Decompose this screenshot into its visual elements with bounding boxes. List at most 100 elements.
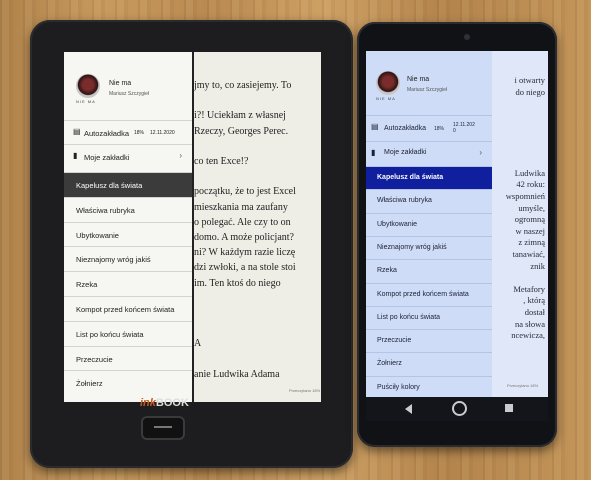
page-line: dzi zwłoki, a na stole stoi bbox=[194, 262, 296, 274]
page-line: co ten Exce!? bbox=[194, 156, 249, 167]
phone-chapter-item[interactable]: Puściły kolory bbox=[366, 375, 492, 397]
chapter-label: Nieznajomy wróg jakiś bbox=[76, 255, 151, 265]
brand-prefix: ink bbox=[140, 397, 156, 409]
page-line: i otwarty bbox=[514, 75, 545, 85]
phone-autobookmark-label: Autozakładka bbox=[384, 125, 427, 132]
page-line: Rzeczy, Georges Perec. bbox=[194, 125, 289, 137]
phone-cover-caption: NIE MA bbox=[376, 96, 396, 101]
phone-chapter-item[interactable]: Właściwa rubryka bbox=[366, 189, 492, 213]
autobookmark-date: 12.11.2020 bbox=[150, 130, 175, 136]
chapter-label: Żołnierz bbox=[76, 379, 103, 389]
phone-chapter-item[interactable]: Ubytkowanie bbox=[366, 212, 492, 237]
ereader-chapter-item[interactable]: Ubytkowanie bbox=[64, 221, 192, 248]
page-line: ni? W każdym razie liczę bbox=[194, 247, 296, 259]
page-line: anie Ludwika Adama bbox=[194, 368, 280, 380]
ereader-chapter-item[interactable]: List po końcu świata bbox=[64, 320, 192, 347]
ereader-chapter-item[interactable]: Właściwa rubryka bbox=[64, 196, 192, 223]
chapter-label: List po końcu świata bbox=[76, 329, 144, 339]
chapter-label: Kapelusz dla świata bbox=[377, 174, 444, 181]
page-line: tanawiać, bbox=[512, 249, 545, 259]
page-line: dostał bbox=[524, 307, 545, 317]
page-line: w naszej bbox=[515, 225, 545, 236]
phone-book-title: Nie ma bbox=[407, 76, 430, 83]
autobookmark-label: Autozakładka bbox=[84, 129, 130, 138]
chapter-label: Kompot przed końcem świata bbox=[377, 290, 469, 298]
page-line: , którą bbox=[523, 295, 545, 306]
page-line: i?! Uciekłam z własnej bbox=[194, 110, 286, 122]
phone-my-bookmarks-row[interactable]: ▮ Moje zakładki › bbox=[366, 141, 492, 165]
chapter-label: Ubytkowanie bbox=[76, 230, 119, 240]
ereader-chapter-item[interactable]: Przeczucie bbox=[64, 345, 192, 372]
android-nav-bar bbox=[366, 397, 548, 421]
chapter-label: List po końcu świata bbox=[377, 313, 441, 321]
book-title: Nie ma bbox=[109, 80, 132, 87]
page-line: z zimną bbox=[518, 237, 545, 248]
chapter-label: Właściwa rubryka bbox=[76, 205, 135, 215]
phone-toc-drawer: NIE MA Nie ma Mariusz Szczygieł ▤ Autoza… bbox=[366, 51, 492, 397]
chapter-label: Puściły kolory bbox=[377, 383, 420, 391]
phone-chapter-item[interactable]: List po końcu świata bbox=[366, 305, 492, 330]
page-line: na słowa bbox=[515, 318, 545, 329]
phone-book-author: Mariusz Szczygieł bbox=[407, 87, 448, 93]
my-bookmarks-row[interactable]: ▮ Moje zakładki › bbox=[64, 144, 192, 169]
ereader-chapter-item[interactable]: Rzeka bbox=[64, 271, 192, 297]
home-icon[interactable] bbox=[452, 401, 467, 416]
phone-bookmark-icon: ▤ bbox=[371, 122, 379, 131]
page-line: ncewicza, bbox=[511, 330, 545, 341]
chapter-label: Kompot przed końcem świata bbox=[76, 305, 175, 314]
ereader-screen: jmy to, co zasiejemy. To i?! Uciekłam z w… bbox=[64, 52, 321, 402]
phone-page-text: i otwarty do niego Ludwika 42 roku: wspomnie… bbox=[494, 51, 548, 397]
page-line: do niego bbox=[515, 86, 545, 97]
recents-icon[interactable] bbox=[505, 404, 513, 412]
ereader-chapter-item[interactable]: Żołnierz bbox=[64, 370, 192, 396]
page-line: jmy to, co zasiejemy. To bbox=[194, 80, 292, 91]
phone-chapter-item[interactable]: Kompot przed końcem świata bbox=[366, 282, 492, 307]
page-line: Metafory bbox=[513, 283, 545, 294]
ereader-progress: Przeczytano 18% bbox=[289, 388, 321, 393]
chevron-right-icon: › bbox=[179, 151, 182, 160]
phone-autobookmark-row[interactable]: ▤ Autozakładka 18% 12.11.202 0 bbox=[366, 115, 492, 142]
phone-progress: Przeczytano 18% bbox=[507, 383, 539, 388]
flag-icon: ▮ bbox=[73, 151, 78, 160]
bookmark-icon: ▤ bbox=[73, 127, 81, 136]
chapter-label: Rzeka bbox=[76, 280, 98, 290]
phone-autobookmark-percent: 18% bbox=[434, 126, 445, 132]
page-line: mieszkania ma zaufany bbox=[194, 201, 288, 213]
phone-my-bookmarks-label: Moje zakładki bbox=[384, 149, 427, 156]
page-line: domo. A może policjant? bbox=[194, 232, 294, 243]
phone-chapter-item[interactable]: Kapelusz dla świata bbox=[366, 166, 492, 191]
phone-chapter-item[interactable]: Żołnierz bbox=[366, 352, 492, 376]
phone-chapter-item[interactable]: Nieznajomy wróg jakiś bbox=[366, 235, 492, 260]
ereader-toc-drawer: NIE MA Nie ma Mariusz Szczygieł ▤ Autoza… bbox=[64, 52, 192, 402]
phone-chapter-item[interactable]: Rzeka bbox=[366, 259, 492, 283]
chapter-label: Kapelusz dla świata bbox=[76, 181, 143, 190]
autobookmark-percent: 18% bbox=[134, 130, 145, 136]
chapter-label: Rzeka bbox=[377, 267, 397, 275]
cover-caption: NIE MA bbox=[76, 99, 96, 104]
phone-book-cover-avatar bbox=[376, 71, 400, 95]
page-line: im. Ten ktoś do niego bbox=[194, 277, 281, 289]
autobookmark-row[interactable]: ▤ Autozakładka 18% 12.11.2020 bbox=[64, 120, 192, 145]
phone-chapter-item[interactable]: Przeczucie bbox=[366, 329, 492, 353]
phone-autobookmark-date: 12.11.202 0 bbox=[453, 122, 475, 134]
page-line: 42 roku: bbox=[516, 179, 545, 190]
phone-book-header: NIE MA Nie ma Mariusz Szczygieł bbox=[366, 51, 492, 115]
ereader-brand: inkBOOK bbox=[140, 397, 189, 409]
ereader-page-text: jmy to, co zasiejemy. To i?! Uciekłam z w… bbox=[194, 52, 321, 402]
page-line: o polegać. Ale czy to on bbox=[194, 216, 291, 228]
page-line: wspomnień bbox=[505, 191, 545, 201]
ereader-chapter-item[interactable]: Kapelusz dla świata bbox=[64, 172, 192, 198]
camera-icon bbox=[464, 34, 470, 40]
ereader-chapter-item[interactable]: Kompot przed końcem świata bbox=[64, 296, 192, 322]
ereader-chapter-item[interactable]: Nieznajomy wróg jakiś bbox=[64, 246, 192, 272]
back-icon[interactable] bbox=[405, 404, 412, 414]
chapter-label: Nieznajomy wróg jakiś bbox=[377, 243, 447, 251]
phone-flag-icon: ▮ bbox=[371, 148, 376, 157]
chapter-label: Przeczucie bbox=[76, 354, 113, 364]
ereader-home-button[interactable] bbox=[141, 416, 185, 440]
chapter-label: Właściwa rubryka bbox=[377, 197, 432, 205]
phone-chevron-right-icon: › bbox=[479, 148, 482, 157]
chapter-label: Ubytkowanie bbox=[377, 220, 418, 228]
book-cover-avatar bbox=[76, 74, 100, 98]
brand-name: BOOK bbox=[155, 397, 189, 409]
